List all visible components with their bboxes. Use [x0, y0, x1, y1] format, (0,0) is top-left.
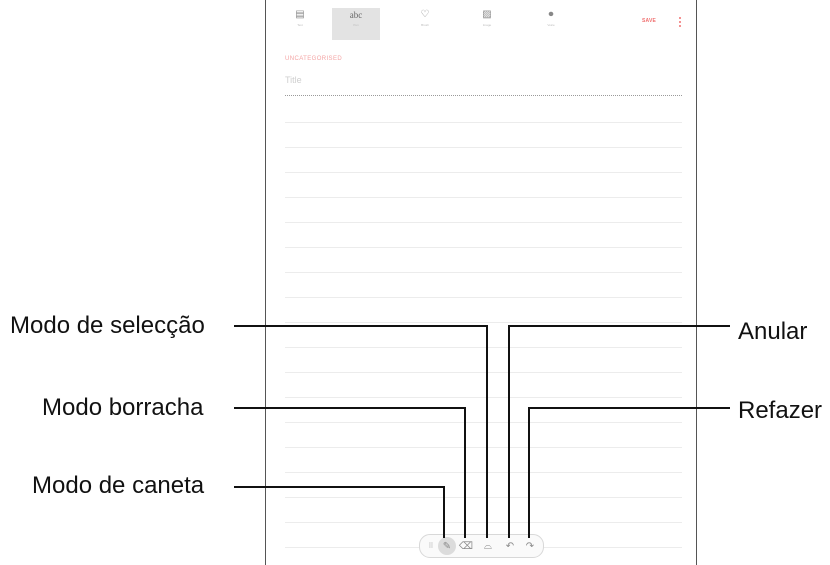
- rule-line: [285, 472, 682, 473]
- leader-redo-h: [528, 407, 730, 409]
- tablet-screen: ▤ Text abc Pen ♡ Brush ▨ Image ⏺ Voice S…: [265, 0, 697, 565]
- tool-handwriting[interactable]: abc Pen: [332, 8, 380, 40]
- mic-icon: ⏺: [548, 9, 554, 20]
- redo-icon[interactable]: ↷: [522, 535, 538, 557]
- title-input[interactable]: Title: [285, 75, 302, 85]
- leader-redo-v: [528, 407, 530, 538]
- rule-line: [285, 122, 682, 123]
- rule-line: [285, 222, 682, 223]
- tool-handwriting-label: Pen: [353, 23, 359, 27]
- callout-eraser-mode: Modo borracha: [42, 394, 204, 421]
- rule-line: [285, 397, 682, 398]
- rule-line: [285, 147, 682, 148]
- leader-eraser-v: [464, 407, 466, 538]
- handwriting-icon: abc: [349, 10, 363, 20]
- tool-brush[interactable]: ♡ Brush: [401, 8, 449, 40]
- more-dot: [679, 25, 681, 27]
- undo-icon[interactable]: ↶: [502, 535, 518, 557]
- rule-line: [285, 197, 682, 198]
- pen-toolbar: ⠿ ✎ ⌫ ⌓ ↶ ↷: [419, 534, 544, 558]
- rule-line: [285, 522, 682, 523]
- pen-mode-icon[interactable]: ✎: [438, 537, 456, 555]
- rule-line: [285, 247, 682, 248]
- leader-pen-v: [443, 486, 445, 538]
- rule-line: [285, 272, 682, 273]
- grip-icon[interactable]: ⠿: [423, 535, 439, 557]
- rule-line: [285, 347, 682, 348]
- callout-redo: Refazer: [738, 397, 823, 424]
- rule-line: [285, 447, 682, 448]
- tool-text[interactable]: ▤ Text: [276, 8, 324, 40]
- leader-selection-v: [486, 325, 488, 538]
- tool-voice-label: Voice: [547, 23, 555, 27]
- category-label[interactable]: UNCATEGORISED: [285, 56, 342, 62]
- eraser-mode-icon[interactable]: ⌫: [458, 535, 474, 557]
- leader-selection-h: [234, 325, 487, 327]
- callout-undo: Anular: [738, 318, 808, 345]
- tool-image-label: Image: [482, 23, 492, 27]
- rule-line: [285, 297, 682, 298]
- title-divider: [285, 95, 682, 96]
- tool-text-label: Text: [297, 23, 303, 27]
- rule-line: [285, 322, 682, 323]
- callout-selection-mode: Modo de selecção: [10, 312, 205, 339]
- tool-image[interactable]: ▨ Image: [463, 8, 511, 40]
- note-toolbar: ▤ Text abc Pen ♡ Brush ▨ Image ⏺ Voice S…: [266, 8, 696, 40]
- rule-line: [285, 497, 682, 498]
- text-icon: ▤: [295, 9, 305, 20]
- rule-line: [285, 422, 682, 423]
- more-dot: [679, 21, 681, 23]
- rule-line: [285, 372, 682, 373]
- tool-voice[interactable]: ⏺ Voice: [527, 8, 575, 40]
- callout-pen-mode: Modo de caneta: [32, 472, 205, 499]
- rule-line: [285, 172, 682, 173]
- leader-undo-h: [508, 325, 730, 327]
- more-dot: [679, 17, 681, 19]
- selection-mode-icon[interactable]: ⌓: [480, 535, 496, 557]
- more-options-icon[interactable]: [678, 17, 682, 27]
- brush-icon: ♡: [420, 9, 430, 20]
- image-icon: ▨: [482, 9, 492, 20]
- leader-undo-v: [508, 325, 510, 538]
- leader-pen-h: [234, 486, 445, 488]
- tool-brush-label: Brush: [421, 23, 429, 27]
- save-button[interactable]: SAVE: [642, 18, 656, 24]
- leader-eraser-h: [234, 407, 466, 409]
